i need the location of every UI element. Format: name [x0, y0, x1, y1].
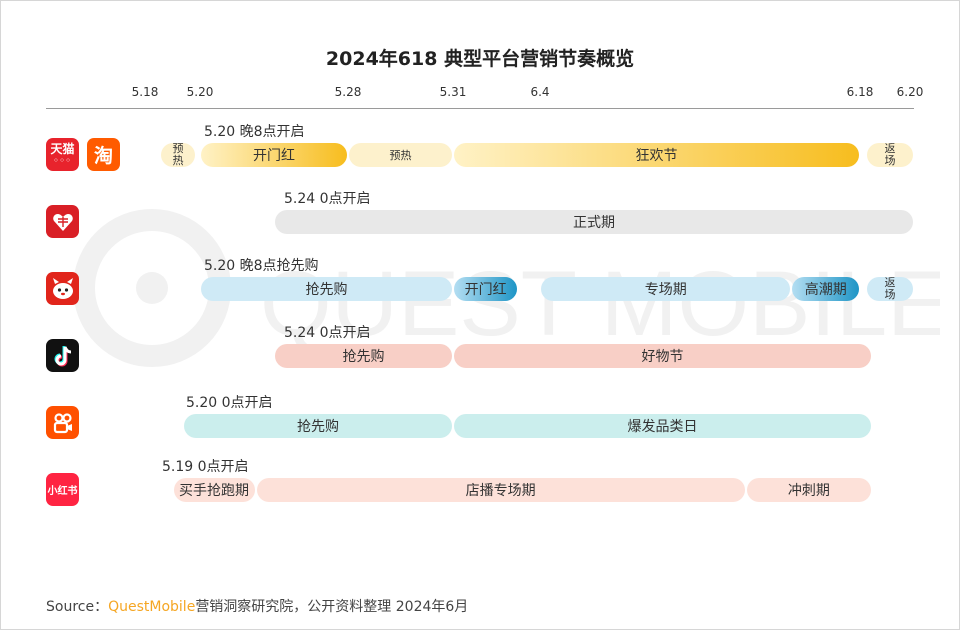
segment-label: 抢先购: [305, 282, 348, 298]
segment-label: 好物节: [641, 349, 684, 365]
source-brand: QuestMobile: [108, 599, 196, 615]
segment-bar: 冲刺期: [746, 478, 871, 502]
douyin-icon: [46, 339, 79, 372]
segment-bar: 预热: [349, 143, 452, 167]
segment-bar: 正式期: [275, 210, 913, 234]
segment-label: 预热: [172, 143, 184, 167]
x-tick-label: 5.20: [186, 85, 214, 99]
chart-title: 2024年618 典型平台营销节奏概览: [325, 48, 635, 70]
segment-label: 开门红: [253, 148, 295, 164]
segment-bar: 抢先购: [184, 414, 452, 438]
tmall-icon: 天猫 ◦◦◦: [46, 138, 79, 171]
segment-label: 买手抢跑期: [179, 483, 249, 499]
taobao-icon: 淘: [87, 138, 120, 171]
segment-label: 预热: [389, 149, 412, 162]
segment-bar: 预热: [161, 143, 195, 167]
segment-bar: 返场: [867, 277, 913, 301]
start-note: 5.20 晚8点开启: [204, 124, 305, 140]
segment-label: 店播专场期: [465, 483, 536, 499]
segment-label: 正式期: [573, 215, 615, 231]
segment-label: 开门红: [464, 282, 507, 298]
segment-bar: 开门红: [454, 277, 518, 301]
segment-bar: 高潮期: [792, 277, 859, 301]
segment-label: 冲刺期: [787, 483, 830, 499]
segment-bar: 专场期: [541, 277, 791, 301]
start-note: 5.19 0点开启: [162, 459, 249, 475]
segment-label: 专场期: [644, 282, 687, 298]
segment-bar: 返场: [867, 143, 913, 167]
x-tick-label: 5.18: [131, 85, 159, 99]
segment-label: 返场: [884, 143, 896, 167]
x-tick-label: 6.4: [530, 85, 550, 99]
segment-bar: 好物节: [454, 344, 871, 368]
x-tick-label: 5.28: [334, 85, 362, 99]
kuaishou-icon: [46, 406, 79, 439]
segment-bar: 店播专场期: [256, 478, 745, 502]
segment-label: 抢先购: [342, 349, 385, 365]
x-axis-line: [46, 108, 914, 109]
x-tick-label: 6.20: [896, 85, 924, 99]
segment-label: 抢先购: [297, 419, 339, 435]
segment-bar: 抢先购: [201, 277, 452, 301]
jd-icon: [46, 272, 79, 305]
x-tick-label: 6.18: [846, 85, 874, 99]
source-note: Source：QuestMobile营销洞察研究院，公开资料整理 2024年6月: [46, 599, 469, 615]
start-note: 5.24 0点开启: [284, 325, 371, 341]
segment-label: 爆发品类日: [627, 419, 698, 435]
segment-label: 返场: [884, 277, 896, 301]
start-note: 5.20 0点开启: [186, 395, 273, 411]
start-note: 5.20 晚8点抢先购: [204, 258, 319, 274]
start-note: 5.24 0点开启: [284, 191, 371, 207]
segment-label: 高潮期: [804, 282, 847, 298]
segment-bar: 开门红: [201, 143, 347, 167]
segment-bar: 买手抢跑期: [173, 478, 255, 502]
pinduoduo-icon: [46, 205, 79, 238]
segment-bar: 狂欢节: [454, 143, 859, 167]
segment-bar: 抢先购: [275, 344, 452, 368]
segment-bar: 爆发品类日: [454, 414, 871, 438]
segment-label: 狂欢节: [635, 148, 678, 164]
x-tick-label: 5.31: [439, 85, 467, 99]
xiaohongshu-icon: 小红书: [46, 473, 79, 506]
